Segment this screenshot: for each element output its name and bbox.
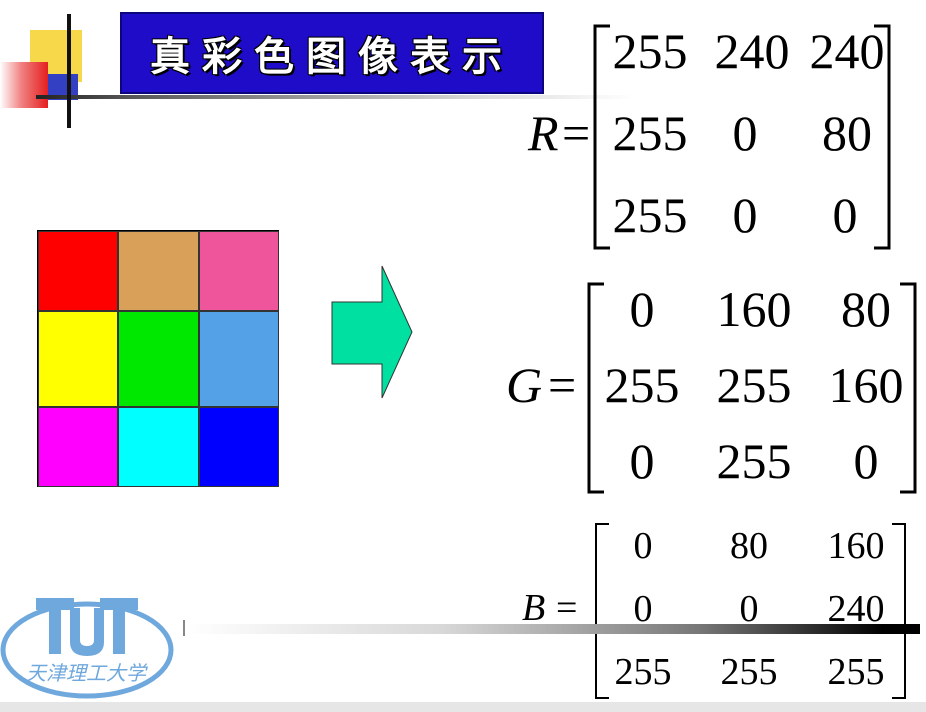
title-banner: 真彩色图像表示	[120, 12, 544, 94]
matrix-r-cell: 80	[822, 105, 872, 161]
matrix-b-cell: 255	[720, 651, 778, 693]
color-cell	[118, 407, 199, 487]
matrix-g-cell: 255	[604, 357, 680, 413]
matrix-g-cell: 160	[716, 281, 792, 337]
matrix-b-cell: 255	[614, 651, 672, 693]
matrix-g-equals: =	[548, 357, 577, 413]
color-cell	[38, 231, 118, 311]
matrix-g-cell: 80	[841, 281, 891, 337]
matrix-r-cell: 0	[732, 187, 758, 243]
matrix-r-cell: 240	[714, 23, 790, 79]
matrix-g-cell: 0	[853, 433, 879, 489]
color-cell	[38, 407, 118, 487]
matrix-r-cell: 240	[809, 23, 885, 79]
matrix-b-cell: 80	[730, 525, 768, 567]
slide-title: 真彩色图像表示	[150, 34, 514, 80]
university-logo: 天津理工大学	[0, 598, 174, 699]
matrix-g-name: G	[506, 357, 543, 413]
matrix-r-name: R	[528, 105, 559, 161]
color-cell	[38, 311, 118, 407]
color-cell	[118, 231, 199, 311]
matrix-g-cell: 255	[716, 357, 792, 413]
logo-caption: 天津理工大学	[26, 661, 148, 685]
matrix-b-cell: 255	[827, 651, 885, 693]
matrix-g-cell: 160	[828, 357, 904, 413]
color-cell	[199, 311, 279, 407]
matrix-b-cell: 160	[827, 525, 885, 567]
bottom-divider-line	[185, 624, 920, 634]
color-grid	[37, 230, 279, 487]
decorative-vertical-line	[67, 14, 71, 128]
matrix-g-cell: 255	[716, 433, 792, 489]
matrix-b-cell: 0	[633, 525, 653, 567]
decorative-horizontal-line	[36, 95, 636, 99]
color-cell	[199, 407, 279, 487]
matrix-r-cell: 255	[612, 105, 688, 161]
matrix-g-cell: 0	[629, 433, 655, 489]
matrix-r-cell: 255	[612, 23, 688, 79]
matrix-r-equals: =	[562, 105, 591, 161]
footer-strip	[0, 702, 926, 712]
matrix-r-cell: 255	[612, 187, 688, 243]
decorative-red-gradient	[0, 62, 48, 108]
right-arrow-icon	[331, 265, 413, 399]
matrix-r-cell: 0	[832, 187, 858, 243]
color-cell	[199, 231, 279, 311]
matrix-g-cell: 0	[629, 281, 655, 337]
matrix-r-cell: 0	[732, 105, 758, 161]
color-cell	[118, 311, 199, 407]
